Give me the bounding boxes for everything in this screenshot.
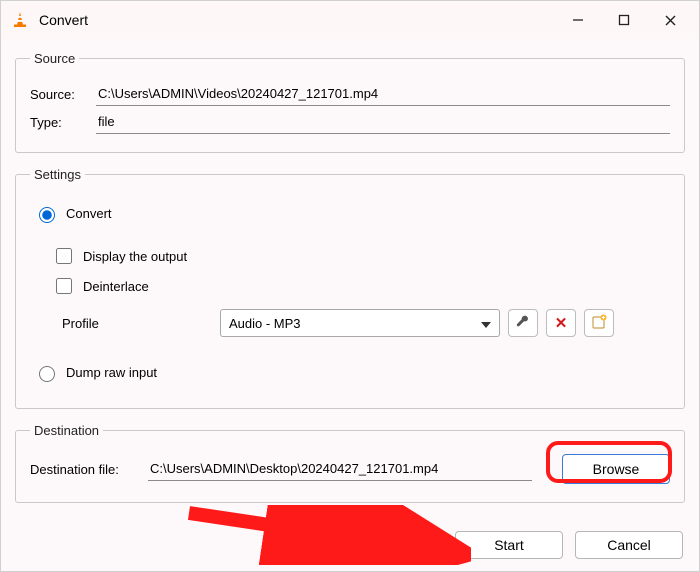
convert-window: Convert Source Source: Ty [0, 0, 700, 572]
dump-raw-radio[interactable] [39, 366, 55, 382]
x-icon: ✕ [555, 314, 568, 332]
display-output-label: Display the output [83, 249, 187, 264]
browse-button[interactable]: Browse [562, 454, 670, 484]
source-input[interactable] [96, 82, 670, 106]
source-group: Source Source: Type: file [15, 51, 685, 153]
close-button[interactable] [647, 3, 693, 37]
titlebar: Convert [1, 1, 699, 39]
destination-group: Destination Destination file: Browse [15, 423, 685, 503]
minimize-button[interactable] [555, 3, 601, 37]
annotation-arrow [181, 505, 471, 565]
display-output-checkbox[interactable] [56, 248, 72, 264]
deinterlace-label: Deinterlace [83, 279, 149, 294]
source-label: Source: [30, 87, 86, 102]
type-value: file [96, 110, 670, 134]
new-profile-button[interactable] [584, 309, 614, 337]
settings-legend: Settings [30, 167, 85, 182]
start-button[interactable]: Start [455, 531, 563, 559]
cancel-button[interactable]: Cancel [575, 531, 683, 559]
profile-select[interactable]: Audio - MP3 [220, 309, 500, 337]
profile-label: Profile [62, 316, 212, 331]
deinterlace-checkbox[interactable] [56, 278, 72, 294]
settings-group: Settings Convert Display the output Dein… [15, 167, 685, 409]
source-legend: Source [30, 51, 79, 66]
window-title: Convert [39, 12, 555, 28]
convert-radio[interactable] [39, 207, 55, 223]
type-label: Type: [30, 115, 86, 130]
delete-profile-button[interactable]: ✕ [546, 309, 576, 337]
destination-file-label: Destination file: [30, 462, 138, 477]
dialog-footer: Start Cancel [455, 531, 683, 559]
new-profile-icon [591, 314, 607, 333]
destination-file-input[interactable] [148, 457, 532, 481]
convert-radio-label: Convert [66, 206, 112, 221]
window-controls [555, 3, 693, 37]
content-area: Source Source: Type: file Settings Conve… [1, 39, 699, 503]
maximize-button[interactable] [601, 3, 647, 37]
vlc-cone-icon [11, 11, 29, 29]
edit-profile-button[interactable] [508, 309, 538, 337]
dump-raw-label: Dump raw input [66, 365, 157, 380]
profile-value: Audio - MP3 [229, 316, 301, 331]
destination-legend: Destination [30, 423, 103, 438]
wrench-icon [515, 314, 531, 333]
chevron-down-icon [481, 316, 491, 331]
